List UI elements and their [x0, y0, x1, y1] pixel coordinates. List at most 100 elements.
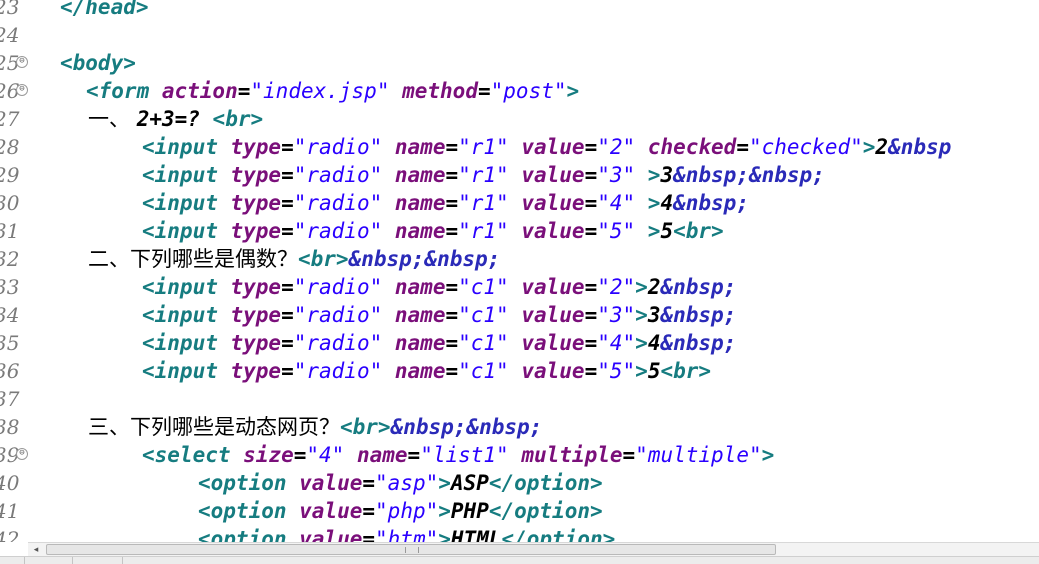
token-tag: <br>: [212, 107, 264, 131]
line-number: 36: [0, 359, 20, 383]
line-number: 29: [0, 163, 20, 187]
token-eq: =: [281, 331, 294, 355]
token-string: "htm": [375, 527, 439, 542]
token-attr: name: [382, 331, 446, 355]
token-eq: =: [445, 191, 459, 215]
token-tag: <input: [142, 359, 218, 383]
token-attr: value: [508, 135, 585, 159]
code-line-31: <input type="radio" name="r1" value="5" …: [142, 217, 724, 245]
grip-icon: [405, 547, 419, 553]
horizontal-scrollbar[interactable]: ◂: [28, 542, 1039, 557]
token-attr: value: [508, 359, 585, 383]
token-entity: &nbsp;: [660, 275, 737, 299]
token-attr: action: [149, 79, 238, 103]
code-line-30: <input type="radio" name="r1" value="4" …: [142, 189, 749, 217]
token-text: 一、: [88, 107, 137, 131]
token-eq: =: [584, 135, 598, 159]
line-number: 34: [0, 303, 20, 327]
code-line-39: <select size="4" name="list1" multiple="…: [142, 441, 774, 469]
token-string: "r1": [458, 219, 509, 243]
token-eq: =: [584, 275, 598, 299]
fold-toggle-icon[interactable]: ⊖: [16, 56, 28, 68]
token-string: "radio": [293, 135, 383, 159]
token-string: "4": [306, 443, 345, 467]
token-eq: =: [281, 219, 294, 243]
token-eq: =: [407, 443, 421, 467]
line-number: 38: [0, 415, 20, 439]
token-entity: &nbsp: [888, 135, 952, 159]
token-tag: <option: [198, 471, 287, 495]
token-attr: type: [217, 163, 282, 187]
token-eq: =: [281, 275, 294, 299]
token-string: "c1": [458, 303, 509, 327]
token-tag: <br>: [340, 415, 391, 439]
token-tag: >: [635, 303, 648, 327]
token-text: 3: [660, 163, 674, 187]
code-line-33: <input type="radio" name="c1" value="2">…: [142, 273, 736, 301]
token-attr: name: [382, 303, 446, 327]
token-attr: multiple: [508, 443, 623, 467]
token-attr: value: [508, 275, 585, 299]
token-eq: =: [445, 303, 459, 327]
token-tag: >: [635, 191, 661, 215]
code-line-42: <option value="htm">HTML</option>: [198, 525, 615, 542]
code-line-28: <input type="radio" name="r1" value="2" …: [142, 133, 951, 161]
token-tag: <select: [142, 443, 231, 467]
token-string: "radio": [293, 191, 383, 215]
token-tag: >: [761, 443, 775, 467]
token-tag: >: [635, 163, 661, 187]
code-line-32: 二、下列哪些是偶数？<br>&nbsp;&nbsp;: [88, 245, 500, 273]
token-text: 5: [647, 359, 661, 383]
code-line-27: 一、 2+3=? <br>: [88, 105, 263, 133]
code-line-41: <option value="php">PHP</option>: [198, 497, 603, 525]
token-attr: name: [344, 443, 408, 467]
token-tag: <input: [142, 331, 218, 355]
token-string: "radio": [293, 303, 383, 327]
token-text: 5: [660, 219, 674, 243]
token-string: "php": [375, 499, 439, 523]
token-text: 三、下列哪些是动态网页？: [88, 415, 340, 439]
code-line-25: <body>: [60, 49, 136, 77]
token-string: "index.jsp": [250, 79, 390, 103]
token-tag: <br>: [298, 247, 349, 271]
token-attr: type: [217, 219, 282, 243]
line-number: 31: [0, 219, 20, 243]
token-attr: name: [382, 219, 446, 243]
token-tag: >: [635, 359, 648, 383]
token-entity: &nbsp;&nbsp;: [348, 247, 501, 271]
line-number: 24: [0, 23, 20, 47]
code-line-29: <input type="radio" name="r1" value="3" …: [142, 161, 825, 189]
code-line-40: <option value="asp">ASP</option>: [198, 469, 603, 497]
token-text: HTML: [450, 527, 502, 542]
token-tag: >: [438, 499, 451, 523]
token-attr: type: [217, 359, 282, 383]
line-number: 30: [0, 191, 20, 215]
token-entity: &nbsp;: [660, 303, 737, 327]
token-eq: =: [281, 135, 294, 159]
code-editor[interactable]: 23 24 25 26 27 28 29 30 31 32 33 34 35 3…: [0, 0, 1039, 542]
fold-toggle-icon[interactable]: ⊖: [16, 84, 28, 96]
token-attr: name: [382, 163, 446, 187]
token-text: 3: [647, 303, 661, 327]
token-string: "asp": [375, 471, 439, 495]
token-tag: </head>: [60, 0, 149, 19]
token-eq: =: [445, 135, 459, 159]
token-string: "r1": [458, 191, 509, 215]
token-attr: type: [217, 275, 282, 299]
token-tag: <body>: [60, 51, 136, 75]
token-string: "radio": [293, 219, 383, 243]
scroll-left-arrow-icon[interactable]: ◂: [28, 543, 44, 557]
token-attr: size: [230, 443, 294, 467]
token-tag: <input: [142, 163, 218, 187]
token-string: "checked": [748, 135, 863, 159]
token-entity: &nbsp;: [673, 191, 749, 215]
token-eq: =: [281, 303, 294, 327]
token-string: "4": [597, 331, 636, 355]
token-eq: =: [281, 359, 294, 383]
token-attr: value: [508, 303, 585, 327]
token-string: "4": [597, 191, 636, 215]
fold-toggle-icon[interactable]: ⊖: [16, 448, 28, 460]
scrollbar-thumb[interactable]: [46, 544, 776, 555]
token-string: "post": [490, 79, 567, 103]
token-attr: type: [217, 135, 282, 159]
